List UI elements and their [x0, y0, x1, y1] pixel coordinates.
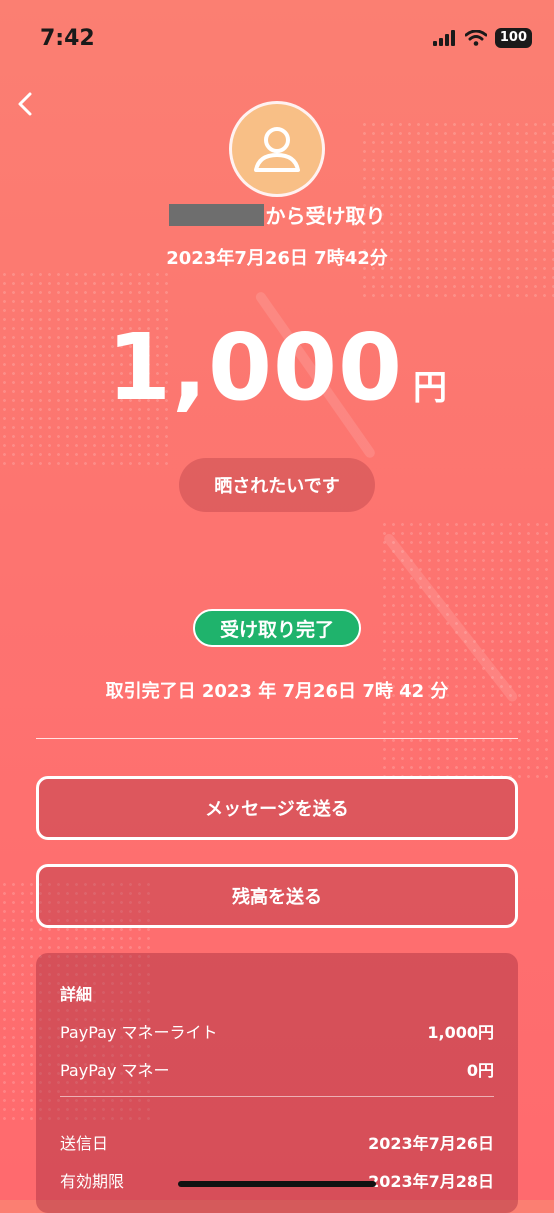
completion-date: 取引完了日 2023 年 7月26日 7時 42 分	[105, 681, 449, 702]
battery-icon: 100	[494, 28, 532, 48]
amount-value: 1,000	[106, 314, 403, 421]
amount-row: 1,000 円	[0, 318, 554, 418]
details-divider	[60, 1096, 494, 1097]
detail-value: 2023年7月26日	[368, 1134, 494, 1153]
detail-row: PayPay マネーライト 1,000円	[60, 1019, 494, 1043]
details-card: 詳細 PayPay マネーライト 1,000円 PayPay マネー 0円 送信…	[36, 953, 518, 1213]
detail-value: 0円	[466, 1061, 494, 1080]
status-time: 7:42	[40, 26, 95, 51]
send-message-button[interactable]: メッセージを送る	[36, 776, 518, 840]
detail-label: PayPay マネー	[60, 1061, 170, 1080]
chevron-left-icon	[18, 92, 32, 116]
background-dots-right	[380, 520, 554, 780]
sender-suffix: から受け取り	[265, 204, 386, 228]
detail-row: PayPay マネー 0円	[60, 1057, 494, 1081]
signal-icon	[432, 30, 455, 46]
message-memo: 晒されたいです	[179, 458, 375, 512]
detail-row: 送信日 2023年7月26日	[60, 1130, 494, 1154]
sender-line: から受け取り	[0, 200, 554, 229]
detail-value: 2023年7月28日	[368, 1172, 494, 1191]
detail-row: 有効期限 2023年7月28日	[60, 1168, 494, 1192]
detail-label: 送信日	[60, 1134, 109, 1153]
status-badge: 受け取り完了	[193, 609, 361, 647]
wifi-icon	[464, 30, 487, 46]
status-bar: 7:42 100	[0, 0, 554, 80]
home-indicator[interactable]	[178, 1181, 376, 1187]
avatar	[232, 104, 322, 194]
detail-value: 1,000円	[427, 1023, 494, 1042]
amount-unit: 円	[413, 368, 447, 408]
user-icon	[254, 127, 300, 172]
detail-label: 有効期限	[60, 1172, 125, 1191]
status-icons: 100	[432, 28, 532, 48]
detail-label: PayPay マネーライト	[60, 1023, 218, 1042]
details-title: 詳細	[60, 985, 93, 1004]
divider	[36, 738, 518, 739]
send-balance-button[interactable]: 残高を送る	[36, 864, 518, 928]
redacted-sender-name	[168, 203, 264, 226]
back-button[interactable]	[6, 84, 46, 124]
received-datetime: 2023年7月26日 7時42分	[166, 248, 388, 269]
